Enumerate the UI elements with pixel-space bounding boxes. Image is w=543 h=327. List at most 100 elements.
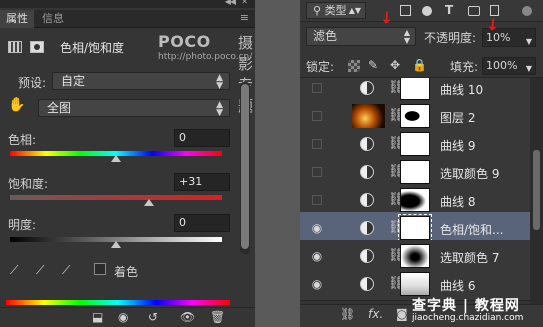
layers-panel: ⚲ 类型 ▲▼ T 滤色 ▲ ▼ 不透明度: 10% ▼ ↙ ↙ 锁定: ✎ ✥ … bbox=[300, 0, 543, 327]
layer-mask-thumbnail[interactable] bbox=[400, 132, 430, 156]
scrollbar-thumb[interactable] bbox=[533, 150, 540, 230]
hue-slider-thumb[interactable] bbox=[111, 155, 121, 162]
chevron-down-icon: ▼ bbox=[525, 64, 532, 73]
dropdown-arrows-icon: ▲▼ bbox=[403, 28, 410, 45]
dropdown-arrows-icon: ▲▼ bbox=[216, 73, 223, 91]
layer-name[interactable]: 曲线 10 bbox=[440, 81, 483, 98]
blend-mode-value: 滤色 bbox=[313, 29, 338, 43]
filter-toggle-icon[interactable] bbox=[522, 6, 532, 16]
layer-mask-thumbnail[interactable] bbox=[400, 104, 430, 128]
tab-info[interactable]: 信息 bbox=[36, 10, 70, 28]
lock-label: 锁定: bbox=[306, 60, 335, 74]
lock-paint-icon[interactable]: ✎ bbox=[368, 58, 378, 72]
mask-icon[interactable] bbox=[30, 41, 44, 53]
clip-to-layer-icon[interactable]: ⬓ bbox=[92, 310, 103, 324]
hue-input[interactable]: 0 bbox=[174, 129, 230, 147]
eye-icon[interactable]: ◉ bbox=[310, 249, 324, 263]
visibility-toggle[interactable] bbox=[312, 167, 322, 177]
opacity-value: 10% bbox=[486, 31, 511, 44]
channel-dropdown[interactable]: 全图 ▲ ▼ bbox=[38, 99, 230, 118]
fill-field[interactable]: 100% ▼ bbox=[482, 57, 536, 75]
tab-properties[interactable]: 属性 bbox=[0, 10, 34, 28]
watermark-chazidian-url: jiaocheng.chazidian.com bbox=[412, 313, 524, 323]
layer-mask-thumbnail[interactable] bbox=[400, 244, 430, 268]
dropdown-arrows-icon: ▲▼ bbox=[216, 100, 223, 118]
layer-thumbnail[interactable] bbox=[352, 104, 385, 128]
properties-panel: ◀◀ ✕ 属性 信息 ≡ 色相/饱和度 POCO 摄影专题 http://pho… bbox=[0, 0, 255, 327]
layers-list: ⛓ 曲线 10 ⛓ 图层 2 ⛓ 曲线 9 ⛓ 选取颜色 9 ⛓ 曲线 8 ◉ ⛓ 色相/饱和... ◉ ⛓… bbox=[300, 78, 530, 304]
adjustment-layer-icon[interactable] bbox=[360, 81, 374, 95]
visibility-toggle[interactable] bbox=[312, 83, 322, 93]
layer-mask-thumbnail[interactable] bbox=[398, 214, 432, 242]
layers-filter-bar: ⚲ 类型 ▲▼ T bbox=[300, 0, 543, 22]
eyedropper-icon[interactable]: ⟋ bbox=[10, 263, 22, 277]
view-previous-icon[interactable]: ◉ bbox=[118, 310, 128, 324]
panel-menu-icon[interactable]: ≡ bbox=[240, 11, 249, 24]
colorize-label: 着色 bbox=[114, 265, 139, 279]
fill-value: 100% bbox=[486, 59, 518, 72]
layer-name[interactable]: 曲线 6 bbox=[440, 277, 475, 294]
collapse-icon[interactable]: ◀◀ bbox=[225, 0, 236, 6]
saturation-slider-thumb[interactable] bbox=[143, 199, 154, 206]
eye-icon[interactable]: ◉ bbox=[310, 221, 324, 235]
lock-move-icon[interactable]: ✥ bbox=[390, 58, 400, 72]
lightness-input[interactable]: 0 bbox=[174, 214, 230, 232]
search-icon: ⚲ bbox=[313, 4, 322, 17]
link-layers-icon[interactable]: ⛓ bbox=[340, 307, 355, 321]
opacity-label: 不透明度: bbox=[424, 31, 477, 45]
chevron-down-icon: ▼ bbox=[525, 37, 532, 46]
adjustment-layer-icon[interactable] bbox=[360, 193, 374, 207]
filter-pixel-icon[interactable] bbox=[400, 5, 411, 16]
colorize-checkbox[interactable] bbox=[94, 263, 106, 275]
layer-mask-thumbnail[interactable] bbox=[400, 78, 430, 100]
close-icon[interactable]: ✕ bbox=[241, 0, 248, 6]
lightness-label: 明度: bbox=[8, 218, 37, 232]
adjustment-layer-icon[interactable] bbox=[360, 221, 374, 235]
layer-name[interactable]: 选取颜色 7 bbox=[440, 249, 499, 266]
layer-name[interactable]: 曲线 8 bbox=[440, 193, 475, 210]
layer-name[interactable]: 图层 2 bbox=[440, 109, 475, 126]
adjustment-layer-icon[interactable] bbox=[360, 137, 374, 151]
layer-name[interactable]: 选取颜色 9 bbox=[440, 165, 499, 182]
preset-dropdown[interactable]: 自定 ▲ ▼ bbox=[52, 72, 230, 91]
adjustment-layer-icon[interactable] bbox=[360, 249, 374, 263]
layer-mask-thumbnail[interactable] bbox=[400, 188, 430, 212]
watermark-url: http://photo.poco.cn/ bbox=[158, 52, 253, 62]
filter-kind-dropdown[interactable]: ⚲ 类型 ▲▼ bbox=[306, 2, 366, 19]
eye-icon[interactable]: ◉ bbox=[310, 277, 324, 291]
fill-label: 填充: bbox=[450, 60, 479, 74]
saturation-input[interactable]: +31 bbox=[174, 173, 230, 191]
blend-mode-dropdown[interactable]: 滤色 ▲ ▼ bbox=[306, 27, 416, 46]
hue-range-bar bbox=[6, 300, 230, 305]
add-mask-icon[interactable]: ◙ bbox=[396, 307, 408, 321]
layer-mask-thumbnail[interactable] bbox=[400, 272, 430, 296]
trash-icon[interactable]: 🗑 bbox=[210, 310, 225, 324]
adjustment-layer-icon[interactable] bbox=[360, 165, 374, 179]
eyedropper-plus-icon[interactable]: ⟋ bbox=[36, 263, 48, 277]
visibility-toggle[interactable] bbox=[312, 111, 322, 121]
filter-adjustment-icon[interactable] bbox=[422, 6, 432, 16]
properties-scrollbar[interactable] bbox=[240, 82, 250, 254]
filter-shape-icon[interactable] bbox=[468, 6, 480, 16]
layer-name[interactable]: 色相/饱和... bbox=[440, 221, 504, 238]
hue-label: 色相: bbox=[8, 133, 37, 147]
scrollbar-thumb[interactable] bbox=[241, 84, 249, 249]
preset-label: 预设: bbox=[18, 76, 47, 90]
adjustment-layer-icon[interactable] bbox=[360, 277, 374, 291]
reset-icon[interactable]: ↺ bbox=[148, 310, 158, 324]
layer-name[interactable]: 曲线 9 bbox=[440, 137, 475, 154]
lock-all-icon[interactable]: 🔒 bbox=[412, 58, 427, 72]
visibility-icon[interactable]: 👁 bbox=[180, 310, 195, 324]
hand-tool-icon[interactable]: ✋ bbox=[8, 97, 25, 113]
properties-tabs: 属性 信息 ≡ bbox=[0, 10, 255, 28]
layer-mask-thumbnail[interactable] bbox=[400, 160, 430, 184]
visibility-toggle[interactable] bbox=[312, 139, 322, 149]
visibility-toggle[interactable] bbox=[312, 195, 322, 205]
lightness-slider-thumb[interactable] bbox=[111, 241, 121, 248]
lock-row: 锁定: ✎ ✥ 🔒 填充: 100% ▼ bbox=[300, 52, 543, 78]
fx-button[interactable]: fx. bbox=[368, 307, 383, 321]
lock-transparent-icon[interactable] bbox=[348, 60, 360, 72]
filter-type-icon[interactable]: T bbox=[445, 3, 453, 17]
eyedropper-minus-icon[interactable]: ⟋ bbox=[62, 263, 74, 277]
layers-scrollbar[interactable] bbox=[530, 78, 543, 304]
